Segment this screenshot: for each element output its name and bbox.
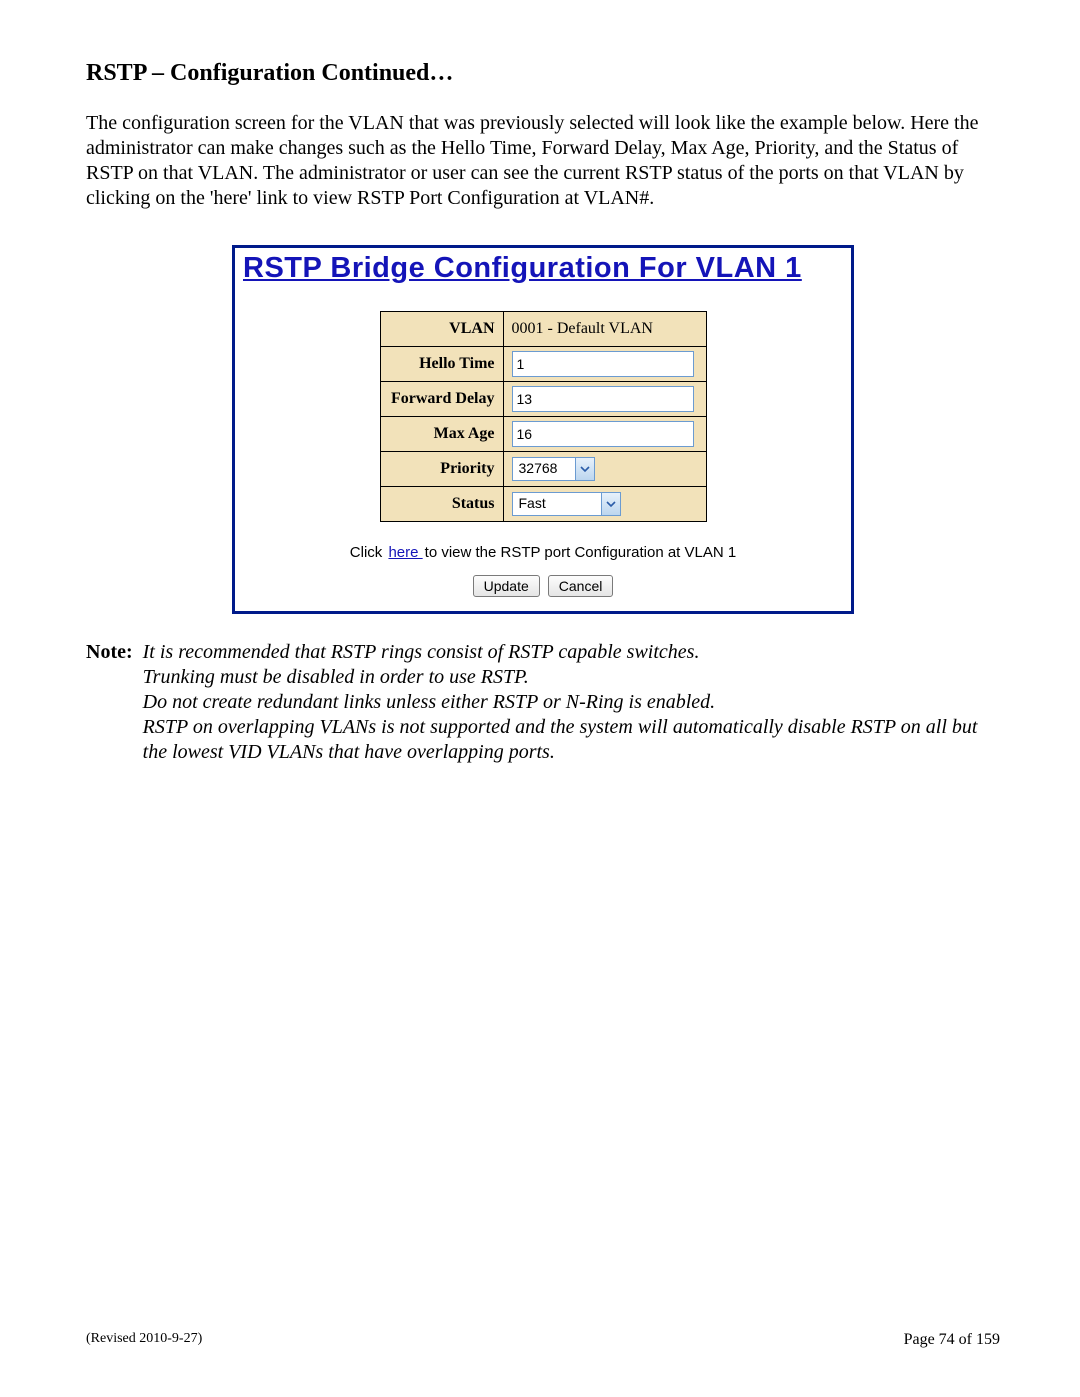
panel-title: RSTP Bridge Configuration For VLAN 1	[235, 248, 851, 287]
priority-select[interactable]: 32768	[512, 457, 595, 481]
config-panel: RSTP Bridge Configuration For VLAN 1 VLA…	[232, 245, 854, 614]
table-row: Forward Delay	[380, 382, 706, 417]
priority-select-value: 32768	[513, 458, 575, 480]
value-vlan: 0001 - Default VLAN	[503, 312, 706, 347]
label-max-age: Max Age	[380, 417, 503, 452]
revised-date: (Revised 2010-9-27)	[86, 1331, 202, 1349]
button-row: Update Cancel	[253, 575, 833, 597]
note-line: It is recommended that RSTP rings consis…	[143, 641, 700, 663]
note-body: It is recommended that RSTP rings consis…	[143, 640, 1000, 765]
page-footer: (Revised 2010-9-27) Page 74 of 159	[86, 1331, 1000, 1349]
label-status: Status	[380, 487, 503, 522]
table-row: Priority 32768	[380, 452, 706, 487]
intro-paragraph: The configuration screen for the VLAN th…	[86, 111, 1000, 211]
table-row: Status Fast	[380, 487, 706, 522]
config-table: VLAN 0001 - Default VLAN Hello Time Forw…	[380, 311, 707, 522]
port-config-line: Click here to view the RSTP port Configu…	[253, 544, 833, 561]
note-line: RSTP on overlapping VLANs is not support…	[143, 716, 978, 763]
table-row: Max Age	[380, 417, 706, 452]
cancel-button[interactable]: Cancel	[548, 575, 614, 597]
chevron-down-icon	[601, 493, 620, 515]
note-block: Note: It is recommended that RSTP rings …	[86, 640, 1000, 765]
forward-delay-input[interactable]	[512, 386, 694, 412]
port-line-prefix: Click	[350, 544, 387, 561]
note-label: Note:	[86, 640, 143, 765]
note-line: Trunking must be disabled in order to us…	[143, 666, 529, 688]
note-line: Do not create redundant links unless eit…	[143, 691, 716, 713]
table-row: Hello Time	[380, 347, 706, 382]
chevron-down-icon	[575, 458, 594, 480]
label-priority: Priority	[380, 452, 503, 487]
max-age-input[interactable]	[512, 421, 694, 447]
page-number: Page 74 of 159	[904, 1331, 1000, 1349]
label-hello-time: Hello Time	[380, 347, 503, 382]
status-select[interactable]: Fast	[512, 492, 621, 516]
label-forward-delay: Forward Delay	[380, 382, 503, 417]
update-button[interactable]: Update	[473, 575, 540, 597]
page-heading: RSTP – Configuration Continued…	[86, 60, 1000, 87]
port-line-suffix: to view the RSTP port Configuration at V…	[425, 544, 737, 561]
hello-time-input[interactable]	[512, 351, 694, 377]
status-select-value: Fast	[513, 493, 601, 515]
label-vlan: VLAN	[380, 312, 503, 347]
table-row: VLAN 0001 - Default VLAN	[380, 312, 706, 347]
here-link[interactable]: here	[386, 544, 424, 561]
